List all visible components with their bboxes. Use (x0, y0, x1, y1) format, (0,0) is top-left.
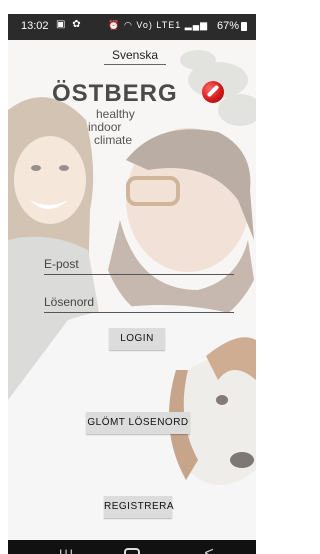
signal-icon: ⏰ ◠ Vo) LTE1 ▂▄▆ (108, 20, 208, 30)
password-input[interactable] (44, 294, 234, 310)
password-field (44, 292, 234, 313)
back-icon[interactable]: < (194, 544, 224, 554)
recents-icon[interactable]: III (52, 544, 82, 554)
android-nav-bar: III < (8, 540, 256, 554)
email-input[interactable] (44, 256, 234, 272)
logo-fan-icon (202, 81, 224, 103)
register-button[interactable]: REGISTRERA (104, 496, 174, 518)
login-button[interactable]: LOGIN (109, 328, 165, 350)
logo-tagline-climate: climate (94, 133, 133, 147)
ostberg-logo: ÖSTBERG (52, 80, 232, 107)
app-screen: 13:02 ▣ ✿ ⏰ ◠ Vo) LTE1 ▂▄▆ 67% Svenska Ö… (8, 14, 256, 554)
battery-indicator: 67% (217, 20, 247, 32)
logo-wordmark: ÖSTBERG (52, 80, 178, 107)
home-icon[interactable] (117, 544, 147, 554)
status-bar: 13:02 ▣ ✿ ⏰ ◠ Vo) LTE1 ▂▄▆ 67% (8, 14, 256, 40)
notification-icon: ▣ ✿ (56, 19, 83, 30)
language-selector[interactable]: Svenska (104, 48, 166, 65)
battery-level: 67% (216, 20, 239, 32)
email-field (44, 254, 234, 275)
status-time: 13:02 (21, 20, 49, 32)
battery-icon (241, 21, 247, 31)
forgot-password-button[interactable]: GLÖMT LÖSENORD (86, 412, 190, 434)
